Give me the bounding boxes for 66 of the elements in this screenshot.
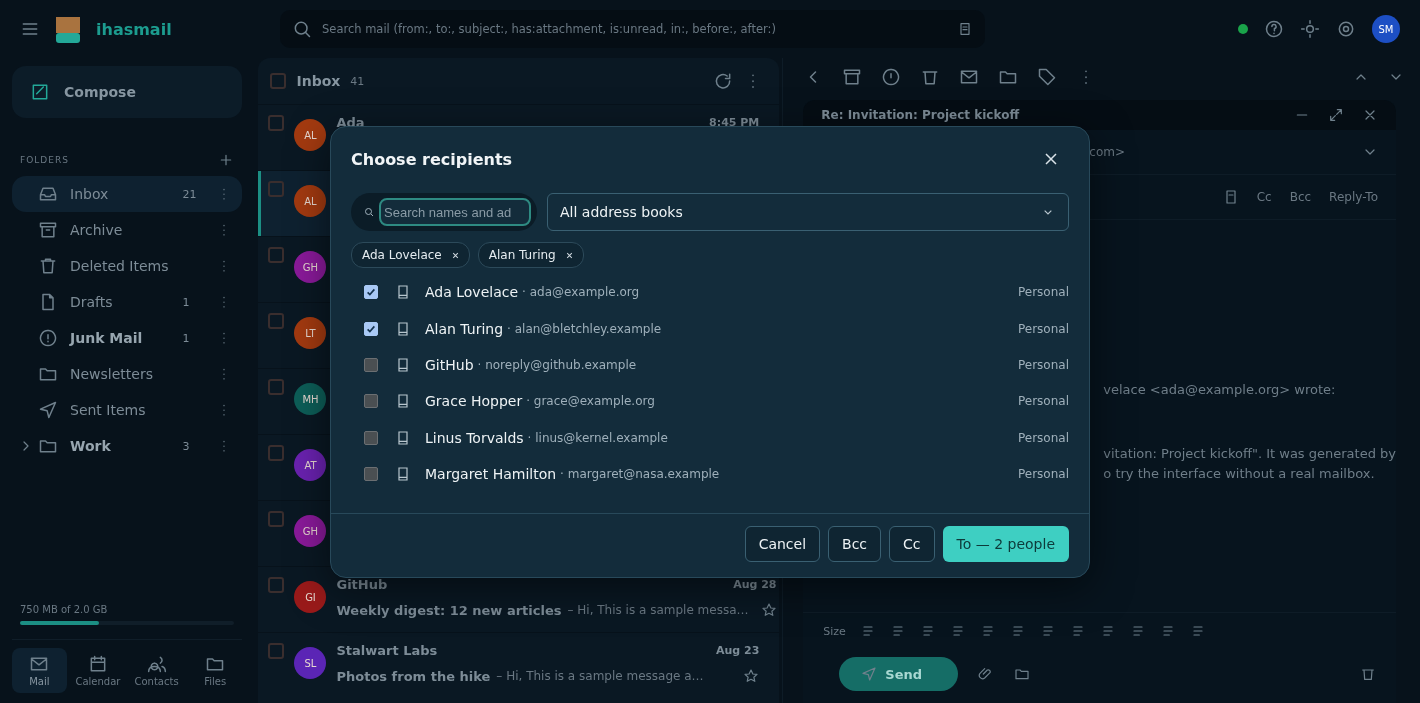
contact-name: Margaret Hamilton: [425, 466, 557, 483]
app-name: ihasmail: [96, 19, 173, 39]
message-subject: Photos from the hike: [336, 668, 491, 684]
body-line: vitation: Project kickoff". It was generated by: [1103, 445, 1396, 463]
sender-name: Stalwart Labs: [336, 643, 438, 658]
contact-email: · alan@bletchley.example: [507, 321, 662, 336]
folder-name: Junk Mail: [70, 330, 144, 346]
contact-name: GitHub: [425, 356, 474, 373]
address-book-label: Personal: [1018, 467, 1069, 482]
address-book-label: Personal: [1018, 430, 1069, 445]
sender-name: GitHub: [336, 577, 388, 592]
contact-email: · noreply@github.example: [477, 357, 637, 372]
message-time: 8:45 PM: [709, 116, 760, 129]
chip-label: Alan Turing: [488, 248, 556, 262]
from-address: com>: [1089, 145, 1125, 159]
contact-name: Linus Torvalds: [425, 429, 524, 446]
message-count: 41: [350, 74, 365, 88]
unread-count: 3: [182, 439, 191, 453]
unread-count: 1: [182, 331, 191, 345]
message-preview: – Hi, This is a sample messa…: [567, 603, 749, 617]
folders-heading: FOLDERS: [20, 155, 69, 165]
contact-name: Alan Turing: [425, 320, 504, 337]
storage-text: 750 MB of 2.0 GB: [20, 604, 109, 615]
avatar: MH: [294, 383, 327, 415]
folder-name: Archive: [70, 222, 124, 238]
folder-name: Drafts: [70, 294, 114, 310]
avatar: AL: [294, 119, 327, 151]
contact-email: · ada@example.org: [522, 285, 640, 300]
message-preview: – Hi, This is a sample message a…: [496, 669, 704, 683]
contact-name: Ada Lovelace: [425, 284, 519, 301]
avatar: GH: [294, 251, 327, 283]
compose-title: Re: Invitation: Project kickoff: [821, 108, 1020, 122]
address-book-label: Personal: [1018, 285, 1069, 300]
folder-name: Work: [70, 438, 112, 454]
nav-label: Mail: [29, 676, 50, 687]
avatar: SL: [294, 647, 327, 679]
nav-label: Contacts: [134, 676, 179, 687]
message-subject: Weekly digest: 12 new articles: [336, 602, 562, 618]
folder-name: Inbox: [70, 186, 110, 202]
list-title: Inbox: [296, 73, 341, 89]
nav-label: Calendar: [75, 676, 121, 687]
folder-name: Newsletters: [70, 366, 154, 382]
avatar: AT: [294, 449, 327, 481]
avatar: GI: [294, 581, 327, 613]
dialog-title: Choose recipients: [351, 149, 513, 169]
address-book-label: Personal: [1018, 321, 1069, 336]
nav-label: Files: [204, 676, 227, 687]
unread-count: 1: [182, 295, 191, 309]
avatar: GH: [294, 515, 327, 547]
avatar: AL: [294, 185, 327, 217]
message-time: Aug 28: [733, 578, 777, 591]
search-placeholder: Search mail (from:, to:, subject:, has:attachment, is:unread, in:, before:, after:): [322, 22, 776, 36]
contact-name: Grace Hopper: [425, 393, 523, 410]
chip-label: Ada Lovelace: [362, 248, 442, 262]
folder-name: Deleted Items: [70, 258, 170, 274]
address-book-label: Personal: [1018, 357, 1069, 372]
message-time: Aug 23: [715, 644, 760, 657]
unread-count: 21: [182, 187, 198, 201]
avatar: LT: [294, 317, 327, 349]
contact-email: · linus@kernel.example: [527, 430, 668, 445]
address-book-label: Personal: [1018, 394, 1069, 409]
folder-name: Sent Items: [70, 402, 147, 418]
contact-email: · margaret@nasa.example: [560, 467, 720, 482]
quote-line: velace <ada@example.org> wrote:: [1103, 381, 1337, 399]
contact-email: · grace@example.org: [526, 394, 655, 409]
body-line: o try the interface without a real mailbox.: [1103, 465, 1376, 483]
